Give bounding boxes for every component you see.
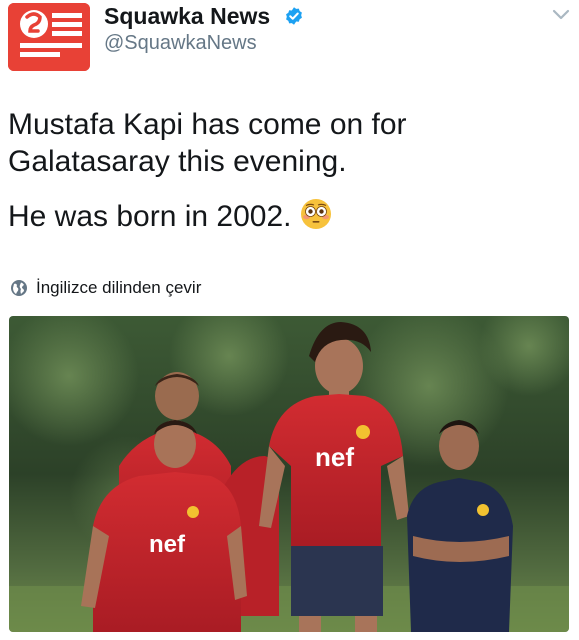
jersey-text: nef <box>149 531 186 558</box>
user-handle[interactable]: @SquawkaNews <box>104 31 257 55</box>
tweet-card: Squawka News @SquawkaNews Mustafa Kapi h… <box>0 0 579 640</box>
translate-label: İngilizce dilinden çevir <box>36 278 202 297</box>
chevron-down-icon[interactable] <box>551 8 571 22</box>
tweet-text-line: He was born in 2002. <box>8 200 292 233</box>
avatar[interactable] <box>8 3 90 71</box>
football-players-photo: nef nef <box>9 316 569 632</box>
flushed-face-icon <box>300 199 331 229</box>
tweet-text-line-with-emoji: He was born in 2002. <box>8 198 568 235</box>
globe-icon <box>11 280 27 296</box>
verified-badge-icon <box>286 7 302 25</box>
translate-link[interactable]: İngilizce dilinden çevir <box>10 277 201 299</box>
tweet-text: Mustafa Kapi has come on for Galatasaray… <box>8 106 568 235</box>
squawka-logo-icon <box>8 3 90 71</box>
display-name[interactable]: Squawka News <box>104 2 270 30</box>
jersey-text: nef <box>315 442 354 472</box>
tweet-photo[interactable]: nef nef <box>9 316 569 632</box>
tweet-text-line: Mustafa Kapi has come on for Galatasaray… <box>8 108 407 178</box>
